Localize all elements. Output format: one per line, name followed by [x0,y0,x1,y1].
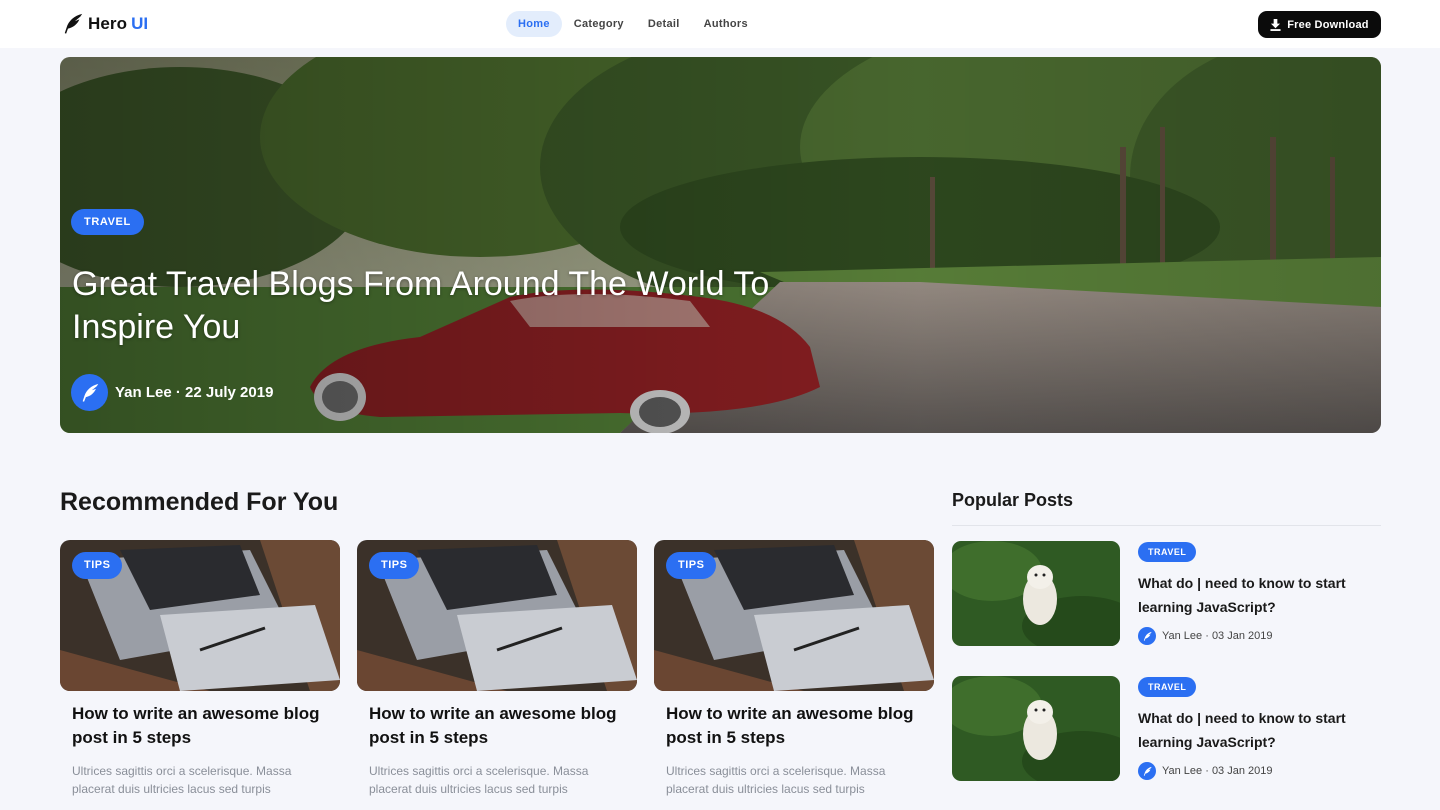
feather-icon [1143,766,1152,776]
recommended-card[interactable]: TIPS How to write an awesome blog post i… [357,540,637,810]
card-image[interactable]: TIPS [654,540,934,691]
puppy-image [952,676,1120,781]
nav-authors[interactable]: Authors [692,11,760,37]
post-title[interactable]: What do | need to know to start learning… [1138,571,1378,619]
hero-author-meta: Yan Lee · 22 July 2019 [71,374,273,411]
free-download-button[interactable]: Free Download [1258,11,1381,38]
post-title[interactable]: What do | need to know to start learning… [1138,706,1378,754]
recommended-title: Recommended For You [60,488,339,516]
feather-icon [64,13,83,34]
card-excerpt: Ultrices sagittis orci a scelerisque. Ma… [72,764,292,796]
recommended-card[interactable]: TIPS How to write an awesome blog post i… [654,540,934,810]
card-excerpt: Ultrices sagittis orci a scelerisque. Ma… [666,764,886,796]
post-category-badge[interactable]: TRAVEL [1138,677,1197,697]
card-title[interactable]: How to write an awesome blog post in 5 s… [369,702,629,750]
main-nav: Home Category Detail Authors [506,11,760,37]
popular-post[interactable]: TRAVEL What do | need to know to start l… [952,676,1381,782]
card-excerpt: Ultrices sagittis orci a scelerisque. Ma… [369,764,589,796]
post-image[interactable] [952,676,1120,781]
nav-category[interactable]: Category [562,11,636,37]
card-category-badge[interactable]: TIPS [369,552,420,579]
hero-banner[interactable]: TRAVEL Great Travel Blogs From Around Th… [60,57,1381,433]
brand-name: Hero [88,14,128,33]
card-category-badge[interactable]: TIPS [666,552,717,579]
popular-post[interactable]: TRAVEL What do | need to know to start l… [952,541,1381,647]
download-label: Free Download [1287,18,1369,31]
card-title[interactable]: How to write an awesome blog post in 5 s… [72,702,332,750]
feather-icon [82,383,98,402]
post-author-line: Yan Lee · 03 Jan 2019 [1162,630,1273,642]
brand-accent: UI [131,14,149,33]
post-author-meta: Yan Lee · 03 Jan 2019 [1138,627,1273,645]
hero-category-badge[interactable]: TRAVEL [71,209,144,235]
card-title[interactable]: How to write an awesome blog post in 5 s… [666,702,926,750]
avatar[interactable] [71,374,108,411]
recommended-card[interactable]: TIPS How to write an awesome blog post i… [60,540,340,810]
card-image[interactable]: TIPS [60,540,340,691]
post-category-badge[interactable]: TRAVEL [1138,542,1197,562]
card-category-badge[interactable]: TIPS [72,552,123,579]
post-author-line: Yan Lee · 03 Jan 2019 [1162,765,1273,777]
nav-home[interactable]: Home [506,11,562,37]
post-author-meta: Yan Lee · 03 Jan 2019 [1138,762,1273,780]
post-image[interactable] [952,541,1120,646]
popular-divider [952,525,1381,526]
feather-icon [1143,631,1152,641]
popular-posts-title: Popular Posts [952,490,1074,510]
download-icon [1270,18,1281,31]
puppy-image [952,541,1120,646]
brand-logo[interactable]: Hero UI [62,11,148,37]
card-image[interactable]: TIPS [357,540,637,691]
hero-author-line: Yan Lee · 22 July 2019 [115,384,274,401]
navbar: Hero UI Home Category Detail Authors Fre… [0,0,1440,48]
avatar[interactable] [1138,762,1156,780]
nav-detail[interactable]: Detail [636,11,692,37]
avatar[interactable] [1138,627,1156,645]
hero-title[interactable]: Great Travel Blogs From Around The World… [72,263,832,349]
